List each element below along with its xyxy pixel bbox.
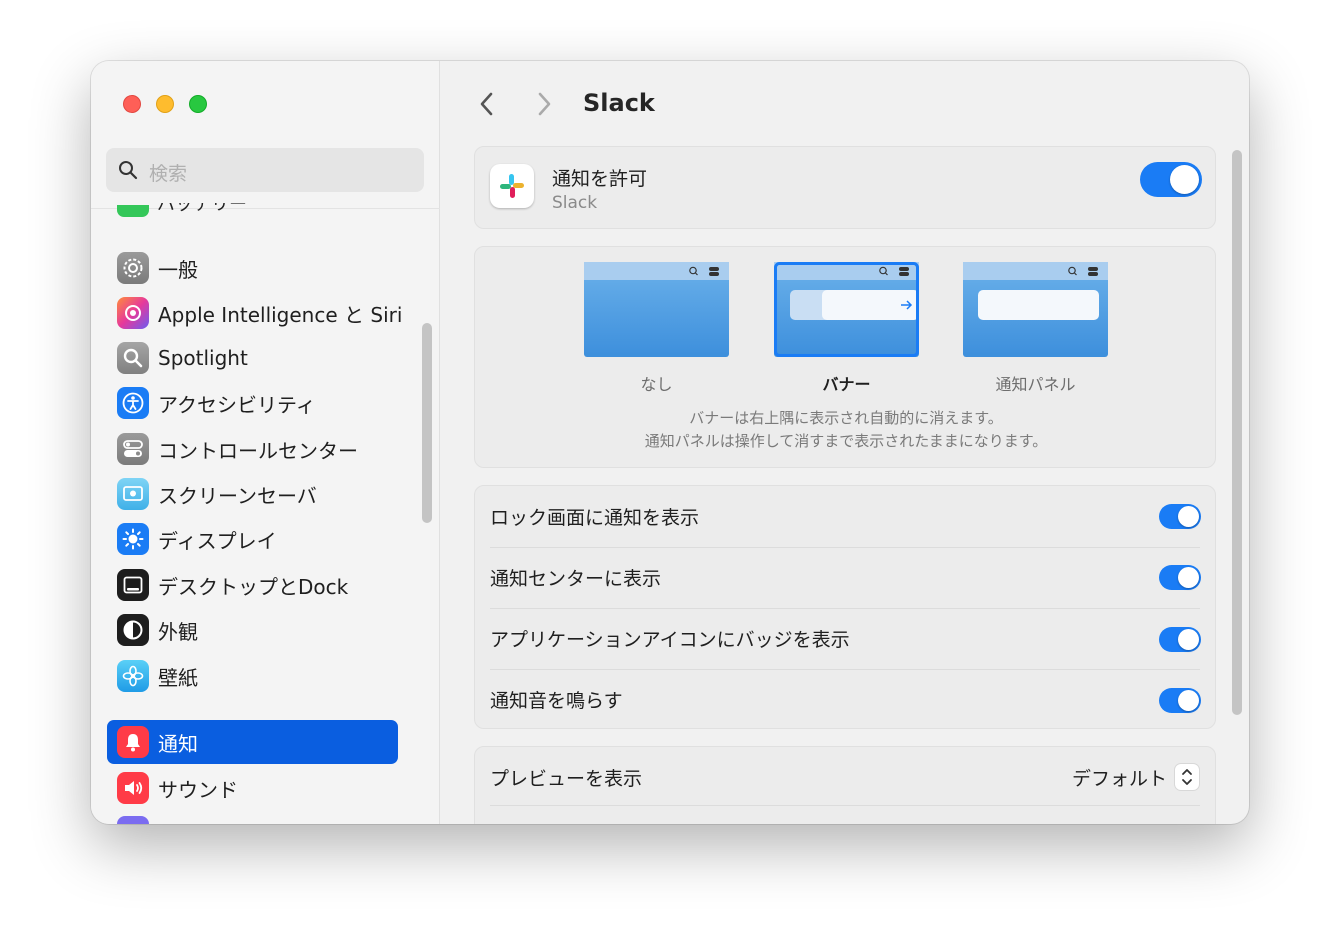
sidebar-item-apple-intelligence-siri[interactable]: Apple Intelligence と Siri [107,291,402,335]
allow-notifications-label: 通知を許可 [552,168,648,190]
control-center-icon [117,433,149,465]
sidebar-item-screensaver[interactable]: スクリーンセーバ [107,472,398,516]
siri-icon [117,297,149,329]
forward-button[interactable] [534,90,554,118]
sidebar-item-desktop-dock[interactable]: デスクトップとDock [107,563,398,607]
row-divider [490,805,1200,806]
focus-icon [117,816,149,824]
sidebar-item-label: Spotlight [158,346,248,370]
bell-icon [117,726,149,758]
play-sound-toggle[interactable] [1159,688,1201,713]
sidebar-item-label: スクリーンセーバ [158,483,317,508]
sidebar-item-appearance[interactable]: 外観 [107,608,398,652]
sidebar-item-spotlight[interactable]: Spotlight [107,336,398,380]
preview-stepper[interactable] [1175,764,1199,790]
toggle-row-lock-screen: ロック画面に通知を表示 [475,486,1217,548]
toggle-row-label: 通知音を鳴らす [490,690,623,712]
sidebar-item-sound[interactable]: サウンド [107,766,398,810]
sidebar-item-control-center[interactable]: コントロールセンター [107,427,398,471]
sidebar-item-accessibility[interactable]: アクセシビリティ [107,381,398,425]
sidebar-item-display[interactable]: ディスプレイ [107,517,398,561]
back-button[interactable] [477,90,497,118]
sidebar-item-general[interactable]: 一般 [107,246,398,290]
preview-value[interactable]: デフォルト [1072,764,1167,791]
search-placeholder: 検索 [149,163,188,185]
preview-row: プレビューを表示 デフォルト [475,747,1217,809]
alert-style-banner-label: バナー [822,375,871,394]
slack-app-icon [490,164,534,208]
zoom-window-button[interactable] [189,95,207,113]
page-title: Slack [583,89,655,117]
lock-screen-toggle[interactable] [1159,504,1201,529]
notification-options-card: ロック画面に通知を表示 通知センターに表示 アプリケーションアイコンにバッジを表… [474,485,1216,729]
toggle-row-badge: アプリケーションアイコンにバッジを表示 [475,608,1217,670]
sidebar-item-label: Apple Intelligence と Siri [158,302,403,327]
allow-notifications-toggle[interactable] [1140,162,1202,197]
notification-center-toggle[interactable] [1159,565,1201,590]
toggle-row-label: 通知センターに表示 [490,568,662,590]
search-input[interactable]: 検索 [106,148,424,192]
alert-style-banner-option[interactable] [774,262,919,357]
magnifier-icon [117,342,149,374]
sidebar-scrollbar[interactable] [422,323,432,523]
preview-label: プレビューを表示 [490,768,643,790]
sidebar-item-wallpaper[interactable]: 壁紙 [107,654,398,698]
toggle-row-sound: 通知音を鳴らす [475,669,1217,731]
badge-toggle[interactable] [1159,627,1201,652]
flower-icon [117,660,149,692]
alert-style-none-label: なし [640,375,673,394]
sidebar-item-label: 通知 [158,731,198,756]
sidebar-item-label: デスクトップとDock [158,574,349,599]
search-icon [119,161,138,180]
close-window-button[interactable] [123,95,141,113]
allow-notifications-app-name: Slack [552,193,598,213]
sidebar-item-battery-partial: バッテリー [157,203,247,213]
battery-icon [117,205,149,217]
sidebar-item-label: アクセシビリティ [158,392,316,417]
accessibility-icon [117,387,149,419]
sidebar-item-label: 一般 [158,257,198,282]
alert-style-panel-option[interactable] [963,262,1108,357]
alert-style-panel-label: 通知パネル [995,375,1076,394]
sidebar-item-label: ディスプレイ [158,528,277,553]
dock-icon [117,569,149,601]
sun-icon [117,523,149,555]
sidebar: 検索 バッテリー 一般 Apple Intelligence と Siri Sp… [91,61,440,824]
sidebar-item-label: 壁紙 [158,665,198,690]
screensaver-icon [117,478,149,510]
preview-card: プレビューを表示 デフォルト [474,746,1216,824]
alert-style-card: なし バナー 通知パネル バナーは右上隅に表示され自動的に消えます。 通知パネル… [474,246,1216,468]
main-scrollbar[interactable] [1232,150,1242,715]
main-pane: Slack 通知を許可 Slack なし バナー 通知パネル バナーは右上隅に表… [441,61,1249,824]
minimize-window-button[interactable] [156,95,174,113]
sidebar-item-label: 外観 [158,619,198,644]
gear-icon [117,252,149,284]
alert-style-description-1: バナーは右上隅に表示され自動的に消えます。 [689,409,1003,427]
allow-notifications-card: 通知を許可 Slack [474,146,1216,229]
toggle-row-label: ロック画面に通知を表示 [490,507,700,529]
settings-window: 検索 バッテリー 一般 Apple Intelligence と Siri Sp… [91,61,1249,824]
alert-style-none-option[interactable] [584,262,729,357]
alert-style-description-2: 通知パネルは操作して消すまで表示されたままになります。 [644,432,1048,450]
appearance-icon [117,614,149,646]
speaker-icon [117,772,149,804]
sidebar-item-label: コントロールセンター [158,438,358,463]
sidebar-item-notifications[interactable]: 通知 [107,720,398,764]
sidebar-item-label: サウンド [158,777,238,802]
toggle-row-notification-center: 通知センターに表示 [475,547,1217,609]
toggle-row-label: アプリケーションアイコンにバッジを表示 [490,629,850,651]
